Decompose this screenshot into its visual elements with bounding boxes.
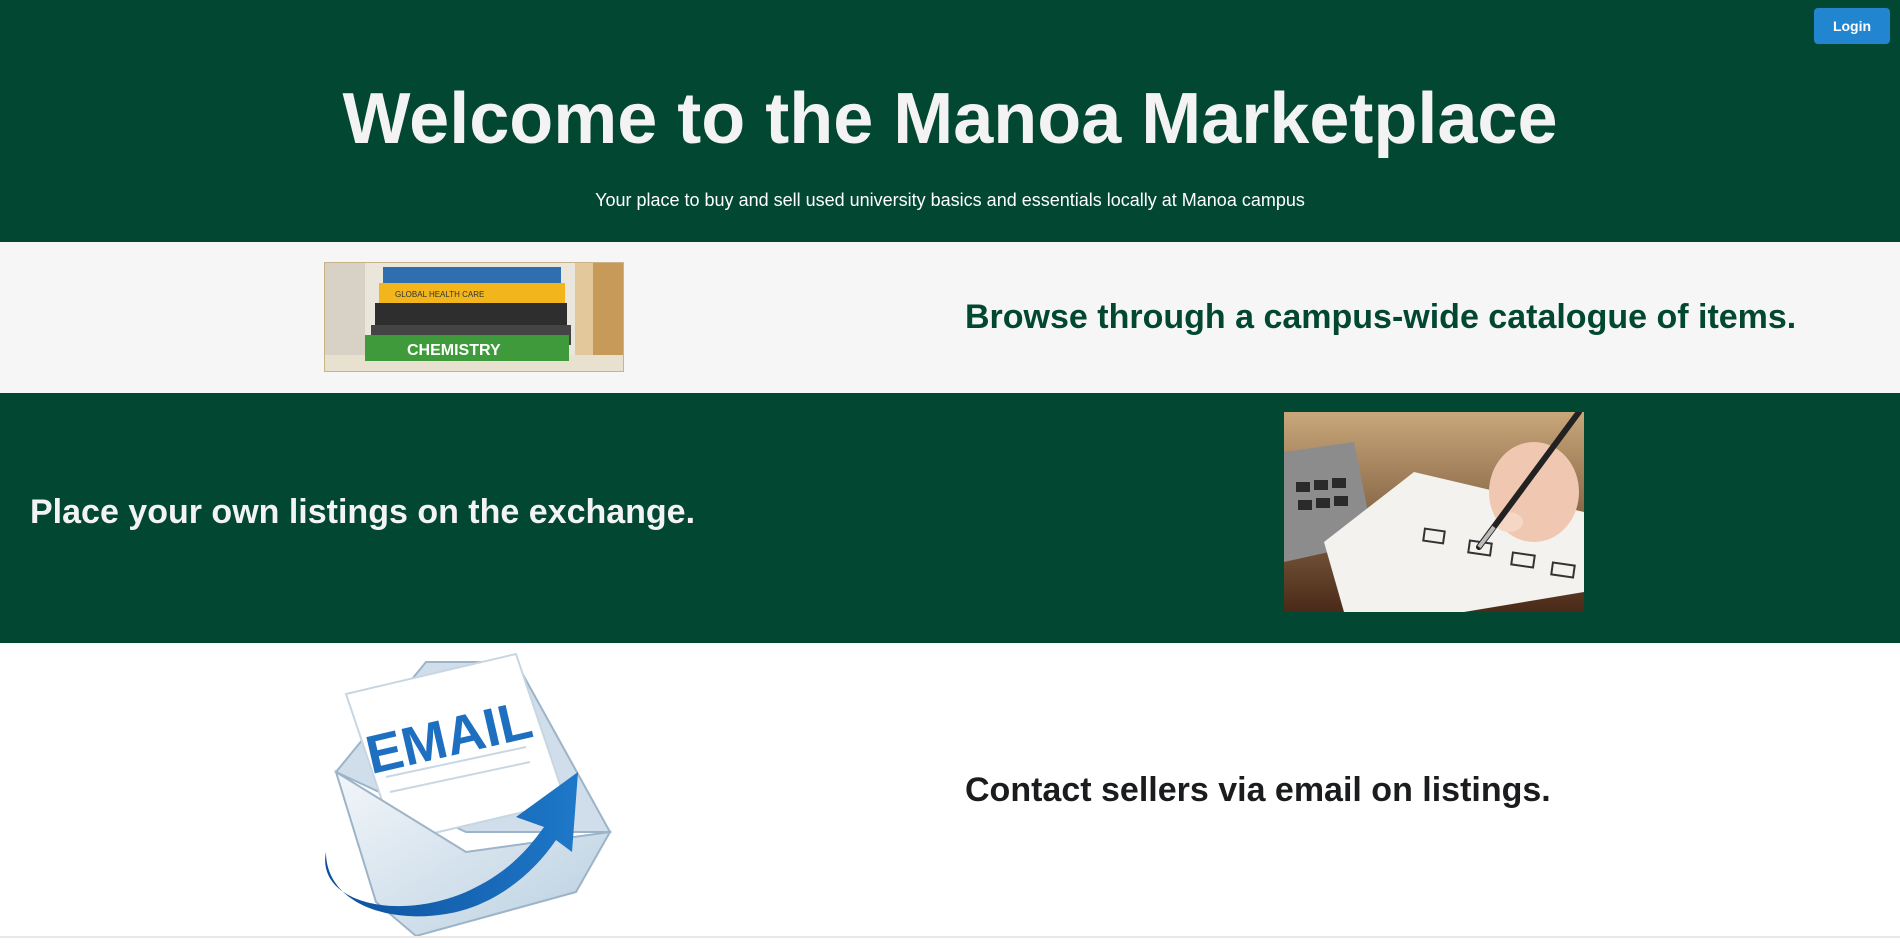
- contact-sellers-heading: Contact sellers via email on listings.: [965, 771, 1551, 809]
- contact-sellers-section: EMAIL Contact sellers via email on listi…: [0, 643, 1900, 938]
- browse-heading: Browse through a campus-wide catalogue o…: [965, 298, 1797, 336]
- place-listings-heading: Place your own listings on the exchange.: [30, 493, 696, 531]
- book-spine-global-health: GLOBAL HEALTH CARE: [395, 290, 484, 299]
- checklist-pen-image: [1284, 412, 1584, 612]
- book-spine-chemistry: CHEMISTRY: [407, 342, 501, 359]
- page-subtitle: Your place to buy and sell used universi…: [595, 190, 1305, 210]
- place-listings-section: Place your own listings on the exchange.: [0, 393, 1900, 643]
- page-title: Welcome to the Manoa Marketplace: [342, 79, 1558, 159]
- login-button[interactable]: Login: [1814, 8, 1890, 44]
- browse-section: GLOBAL HEALTH CARE CHEMISTRY Browse thro…: [0, 242, 1900, 393]
- hero-banner: Login Welcome to the Manoa Marketplace Y…: [0, 0, 1900, 242]
- email-envelope-image: EMAIL: [316, 652, 622, 938]
- textbook-stack-image: GLOBAL HEALTH CARE CHEMISTRY: [324, 262, 624, 372]
